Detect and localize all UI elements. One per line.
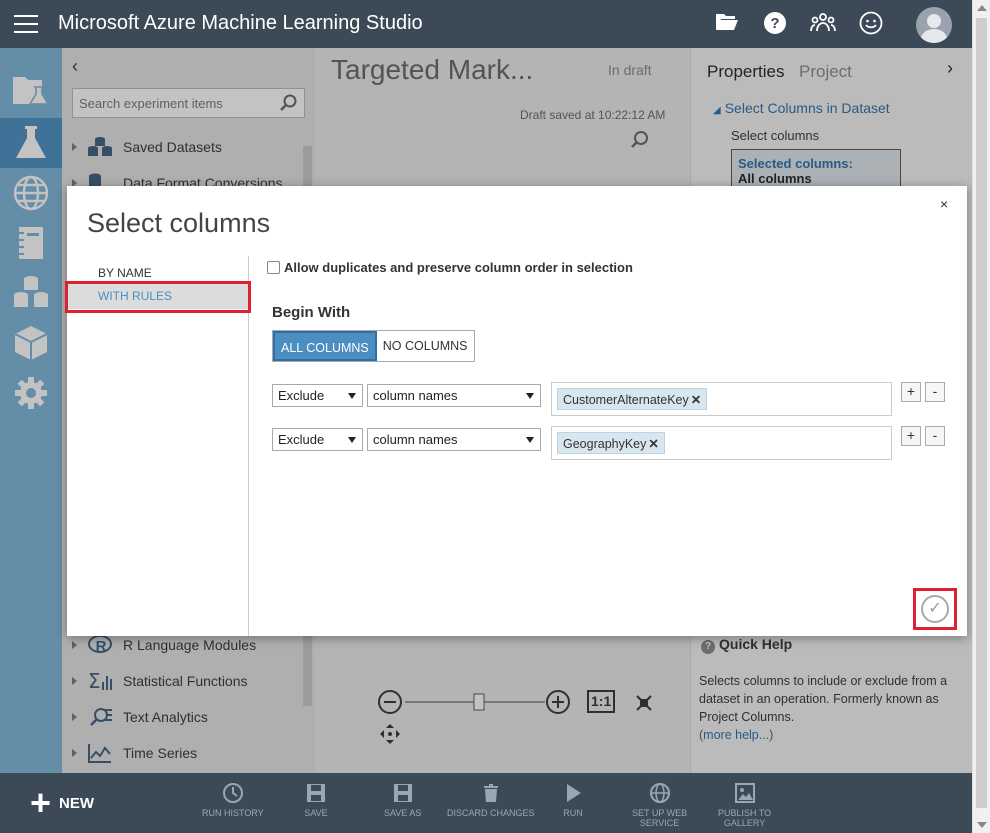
rule-action-select[interactable]: Exclude	[272, 384, 363, 407]
begin-with-toggle: ALL COLUMNS NO COLUMNS	[272, 330, 475, 362]
save-as-icon	[393, 784, 412, 802]
community-icon[interactable]	[810, 11, 836, 37]
web-service-icon	[649, 783, 670, 803]
no-columns-button[interactable]: NO COLUMNS	[376, 331, 474, 361]
dropdown-caret-icon	[348, 393, 356, 399]
rule-action-select[interactable]: Exclude	[272, 428, 363, 451]
play-icon	[567, 784, 581, 802]
publish-to-gallery-button[interactable]: PUBLISH TO GALLERY	[718, 781, 771, 828]
save-icon	[307, 784, 325, 802]
gallery-icon	[734, 783, 755, 803]
hamburger-menu-icon[interactable]	[14, 15, 38, 33]
add-rule-button[interactable]: +	[901, 382, 921, 402]
add-rule-button[interactable]: +	[901, 426, 921, 446]
dropdown-caret-icon	[348, 437, 356, 443]
user-avatar[interactable]	[916, 7, 952, 43]
rule-type-select[interactable]: column names	[367, 428, 541, 451]
scroll-up-arrow-icon[interactable]	[977, 5, 987, 11]
allow-duplicates-checkbox[interactable]	[267, 261, 280, 274]
rule-row: Exclude column names CustomerAlternateKe…	[272, 382, 952, 418]
save-as-button[interactable]: SAVE AS	[384, 781, 421, 818]
app-title: Microsoft Azure Machine Learning Studio	[58, 12, 423, 34]
window-scrollbar[interactable]	[972, 0, 990, 833]
set-up-web-service-button[interactable]: SET UP WEB SERVICE	[632, 781, 687, 828]
discard-changes-button[interactable]: DISCARD CHANGES	[447, 781, 535, 818]
rule-type-select[interactable]: column names	[367, 384, 541, 407]
run-history-button[interactable]: RUN HISTORY	[202, 781, 264, 818]
column-tags-input[interactable]: GeographyKey ✕	[551, 426, 892, 460]
highlight-ok-button	[913, 588, 957, 630]
remove-tag-icon[interactable]: ✕	[648, 437, 658, 451]
rule-row: Exclude column names GeographyKey ✕ + -	[272, 426, 952, 462]
top-bar: Microsoft Azure Machine Learning Studio …	[0, 0, 972, 48]
scrollbar-thumb[interactable]	[976, 18, 987, 808]
all-columns-button[interactable]: ALL COLUMNS	[273, 331, 377, 361]
scroll-down-arrow-icon[interactable]	[977, 822, 987, 828]
remove-tag-icon[interactable]: ✕	[691, 393, 701, 407]
bottom-command-bar: + NEW RUN HISTORY SAVE SAVE AS DISCARD C…	[0, 773, 972, 833]
dropdown-caret-icon	[526, 393, 534, 399]
clock-icon	[222, 783, 243, 803]
folder-open-icon[interactable]	[714, 11, 740, 37]
feedback-smiley-icon[interactable]	[858, 11, 884, 37]
help-icon[interactable]: ?	[762, 11, 788, 37]
dialog-title: Select columns	[87, 208, 271, 238]
begin-with-label: Begin With	[272, 304, 351, 321]
ml-studio-app: Microsoft Azure Machine Learning Studio …	[0, 0, 972, 833]
save-button[interactable]: SAVE	[304, 781, 328, 818]
column-tag: CustomerAlternateKey ✕	[557, 388, 708, 410]
allow-duplicates-option[interactable]: Allow duplicates and preserve column ord…	[267, 260, 633, 275]
dropdown-caret-icon	[526, 437, 534, 443]
remove-rule-button[interactable]: -	[925, 382, 945, 402]
select-columns-dialog: Select columns × BY NAME WITH RULES Allo…	[65, 186, 967, 636]
new-button[interactable]: + NEW	[30, 782, 94, 823]
trash-icon	[483, 784, 498, 802]
column-tags-input[interactable]: CustomerAlternateKey ✕	[551, 382, 892, 416]
run-button[interactable]: RUN	[561, 781, 585, 818]
highlight-with-rules	[65, 281, 251, 313]
plus-icon: +	[30, 782, 52, 823]
column-tag: GeographyKey ✕	[557, 432, 665, 454]
dialog-mode-nav: BY NAME WITH RULES	[67, 256, 249, 636]
svg-text:?: ?	[770, 15, 779, 32]
close-icon[interactable]: ×	[940, 196, 948, 212]
remove-rule-button[interactable]: -	[925, 426, 945, 446]
